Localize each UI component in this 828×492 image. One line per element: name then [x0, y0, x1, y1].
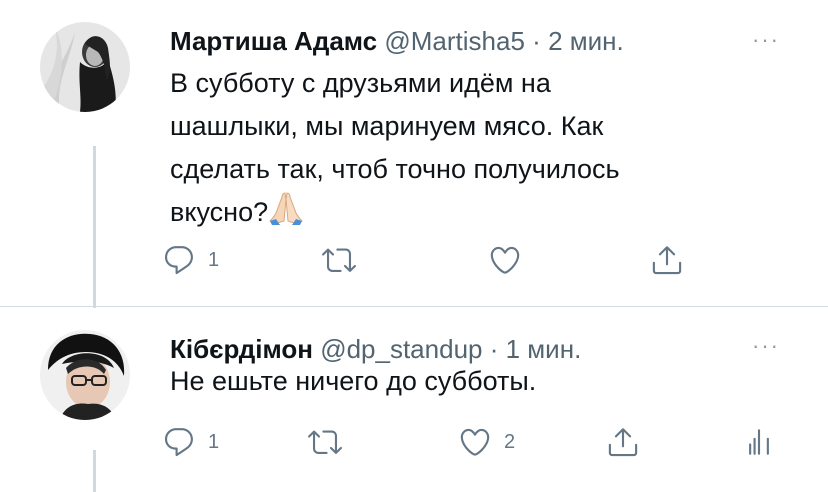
- timestamp[interactable]: 2 мин.: [548, 26, 624, 56]
- like-button[interactable]: 2: [458, 422, 515, 462]
- tweet-text: Не ешьте ничего до субботы.: [170, 360, 770, 403]
- heart-icon: [488, 243, 522, 277]
- author-handle[interactable]: @Martisha5: [384, 26, 525, 56]
- thread-line: [93, 146, 96, 308]
- retweet-button[interactable]: [308, 422, 342, 462]
- analytics-button[interactable]: [742, 422, 776, 462]
- folded-hands-icon: [268, 191, 304, 238]
- retweet-icon: [308, 425, 342, 459]
- tweet-text-line: вкусно?: [170, 197, 269, 227]
- like-button[interactable]: [488, 240, 522, 280]
- author-name[interactable]: Мартиша Адамс: [170, 26, 377, 56]
- reply-icon: [162, 425, 196, 459]
- avatar[interactable]: [40, 22, 130, 112]
- more-icon[interactable]: ···: [752, 335, 780, 357]
- avatar[interactable]: [40, 330, 130, 420]
- tweet-actions: 1: [162, 240, 762, 280]
- reply-count: 1: [208, 248, 220, 271]
- reply-icon: [162, 243, 196, 277]
- tweet-text-line: Не ешьте ничего до субботы.: [170, 366, 537, 396]
- tweet-text-line: шашлыки, мы маринуем мясо. Как: [170, 111, 604, 141]
- share-button[interactable]: [606, 422, 640, 462]
- retweet-icon: [322, 243, 356, 277]
- reply-button[interactable]: 1: [162, 422, 219, 462]
- tweet-text-line: сделать так, чтоб точно получилось: [170, 154, 620, 184]
- more-icon[interactable]: ···: [752, 29, 780, 51]
- tweet-header: Мартиша Адамс @Martisha5 · 2 мин.: [170, 26, 624, 56]
- separator: ·: [532, 26, 541, 56]
- reply-button[interactable]: 1: [162, 240, 219, 280]
- tweet[interactable]: Кібєрдімон @dp_standup · 1 мин. ··· Не е…: [0, 306, 828, 492]
- share-icon: [650, 243, 684, 277]
- like-count: 2: [504, 430, 516, 453]
- share-icon: [606, 425, 640, 459]
- heart-icon: [458, 425, 492, 459]
- share-button[interactable]: [650, 240, 684, 280]
- reply-count: 1: [208, 430, 220, 453]
- thread-line: [93, 450, 96, 492]
- tweet-text-line: В субботу с друзьями идём на: [170, 68, 551, 98]
- tweet-text: В субботу с друзьями идём на шашлыки, мы…: [170, 62, 770, 238]
- tweet-actions: 1 2: [162, 422, 769, 462]
- retweet-button[interactable]: [322, 240, 356, 280]
- tweet[interactable]: Мартиша Адамс @Martisha5 · 2 мин. ··· В …: [0, 0, 828, 308]
- analytics-icon: [742, 425, 776, 459]
